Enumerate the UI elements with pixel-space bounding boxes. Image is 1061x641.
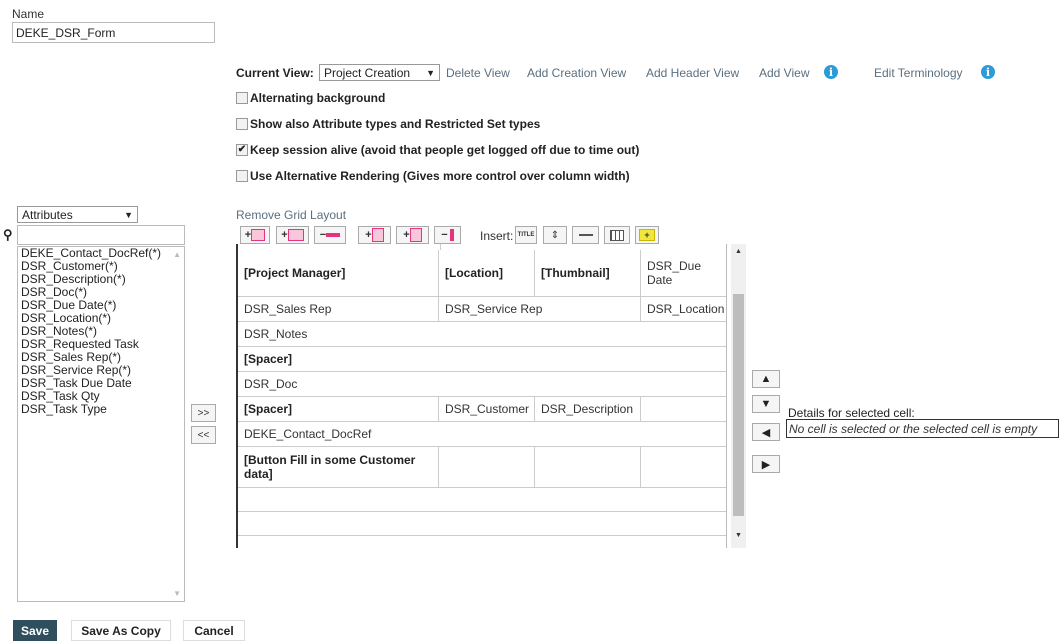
grid-cell[interactable]: [Button Fill in some Customer data] (238, 447, 439, 488)
alternating-background-option[interactable]: Alternating background (236, 91, 385, 105)
edit-terminology-link[interactable]: Edit Terminology (874, 66, 963, 80)
remove-row-icon: − (320, 229, 341, 241)
show-attribute-types-option[interactable]: Show also Attribute types and Restricted… (236, 117, 540, 131)
grid-cell[interactable]: DSR_Location (641, 297, 726, 322)
grid-cell[interactable] (238, 536, 726, 548)
arrow-right-icon: ▶ (761, 458, 771, 471)
add-creation-view-link[interactable]: Add Creation View (527, 66, 626, 80)
grid-cell[interactable]: DSR_Customer (439, 397, 535, 422)
grid-cell[interactable]: [Location] (439, 250, 535, 297)
remove-column-icon: − (441, 229, 454, 242)
remove-attribute-button[interactable]: << (191, 426, 216, 444)
spacer-icon: ⇕ (550, 229, 560, 241)
layout-grid[interactable]: [Project Manager] [Location] [Thumbnail]… (236, 244, 727, 548)
option-label: Keep session alive (avoid that people ge… (250, 143, 640, 157)
search-icon: ⚲ (3, 227, 13, 242)
grid-cell[interactable]: DSR_Due Date (641, 250, 726, 297)
add-row-below-button[interactable]: + (276, 226, 309, 244)
cancel-button[interactable]: Cancel (183, 620, 245, 641)
arrow-down-icon: ▼ (760, 398, 772, 410)
scroll-down-icon[interactable]: ▼ (735, 532, 742, 539)
move-down-button[interactable]: ▼ (752, 395, 780, 413)
add-column-right-icon: + (403, 228, 422, 242)
add-column-icon: + (365, 228, 384, 242)
checkbox-checked[interactable]: ✔ (236, 144, 248, 156)
current-view-label: Current View: (236, 66, 314, 80)
grid-cell[interactable]: DSR_Description (535, 397, 641, 422)
scroll-up-icon[interactable]: ▲ (735, 248, 742, 255)
name-label: Name (12, 7, 45, 21)
alternative-rendering-option[interactable]: Use Alternative Rendering (Gives more co… (236, 169, 630, 183)
remove-grid-layout-link[interactable]: Remove Grid Layout (236, 208, 346, 222)
save-button[interactable]: Save (13, 620, 57, 641)
delete-view-link[interactable]: Delete View (446, 66, 510, 80)
scrollbar-thumb[interactable] (733, 294, 744, 516)
arrow-left-icon: ◀ (761, 426, 771, 439)
grid-cell[interactable]: [Spacer] (238, 397, 439, 422)
chevron-down-icon: ▼ (124, 209, 133, 220)
insert-label: Insert: (480, 229, 514, 243)
keep-session-alive-option[interactable]: ✔ Keep session alive (avoid that people … (236, 143, 639, 157)
insert-button-button[interactable]: + (635, 226, 659, 244)
scroll-down-icon[interactable]: ▼ (173, 589, 181, 598)
attributes-list[interactable]: DEKE_Contact_DocRef(*) DSR_Customer(*) D… (17, 246, 185, 602)
grid-cell[interactable]: DSR_Sales Rep (238, 297, 439, 322)
grid-cell[interactable]: DSR_Doc (238, 372, 726, 397)
save-as-copy-button[interactable]: Save As Copy (71, 620, 171, 641)
details-label: Details for selected cell: (788, 406, 915, 420)
attributes-dropdown[interactable]: Attributes ▼ (17, 206, 138, 223)
insert-divider-button[interactable] (572, 226, 599, 244)
current-view-select[interactable]: Project Creation ▼ (319, 64, 440, 81)
add-column-right-button[interactable]: + (396, 226, 429, 244)
name-input[interactable] (12, 22, 215, 43)
option-label: Alternating background (250, 91, 386, 105)
grid-cell[interactable] (641, 447, 726, 488)
grid-cell[interactable]: [Thumbnail] (535, 250, 641, 297)
add-row-above-button[interactable]: + (240, 226, 270, 244)
option-label: Use Alternative Rendering (Gives more co… (250, 169, 630, 183)
checkbox[interactable] (236, 170, 248, 182)
add-header-view-link[interactable]: Add Header View (646, 66, 739, 80)
details-value: No cell is selected or the selected cell… (786, 419, 1059, 438)
add-attribute-button[interactable]: >> (191, 404, 216, 422)
list-item[interactable]: DSR_Task Type (18, 403, 184, 416)
checkbox[interactable] (236, 92, 248, 104)
grid-cell[interactable]: DSR_Notes (238, 322, 726, 347)
insert-title-button[interactable]: TITLE (515, 226, 537, 244)
remove-row-button[interactable]: − (314, 226, 346, 244)
add-row-icon: + (245, 229, 266, 242)
checkbox[interactable] (236, 118, 248, 130)
grid-cell[interactable] (535, 447, 641, 488)
chevron-down-icon: ▼ (426, 67, 435, 78)
grid-cell[interactable]: DEKE_Contact_DocRef (238, 422, 726, 447)
grid-cell[interactable] (641, 397, 726, 422)
attribute-search-input[interactable] (17, 225, 185, 245)
move-left-button[interactable]: ◀ (752, 423, 780, 441)
current-view-value: Project Creation (324, 65, 411, 80)
table-icon (610, 229, 624, 241)
arrow-up-icon: ▲ (760, 373, 772, 385)
grid-cell[interactable]: [Spacer] (238, 347, 726, 372)
grid-cell[interactable] (238, 488, 726, 512)
grid-cell[interactable] (238, 512, 726, 536)
insert-table-button[interactable] (604, 226, 630, 244)
grid-cell[interactable]: DSR_Service Rep (439, 297, 641, 322)
grid-scrollbar[interactable]: ▲ ▼ (731, 244, 746, 548)
add-column-left-button[interactable]: + (358, 226, 391, 244)
grid-cell[interactable]: [Project Manager] (238, 250, 439, 297)
option-label: Show also Attribute types and Restricted… (250, 117, 541, 131)
insert-button-icon: + (639, 229, 655, 241)
add-view-link[interactable]: Add View (759, 66, 809, 80)
divider-icon (578, 234, 593, 236)
grid-cell[interactable] (439, 447, 535, 488)
move-up-button[interactable]: ▲ (752, 370, 780, 388)
move-right-button[interactable]: ▶ (752, 455, 780, 473)
info-icon[interactable]: i (981, 65, 995, 79)
remove-column-button[interactable]: − (434, 226, 461, 244)
add-row-below-icon: + (281, 229, 304, 242)
info-icon[interactable]: i (824, 65, 838, 79)
scroll-up-icon[interactable]: ▲ (173, 250, 181, 259)
attributes-dropdown-value: Attributes (22, 207, 73, 222)
insert-spacer-button[interactable]: ⇕ (543, 226, 567, 244)
